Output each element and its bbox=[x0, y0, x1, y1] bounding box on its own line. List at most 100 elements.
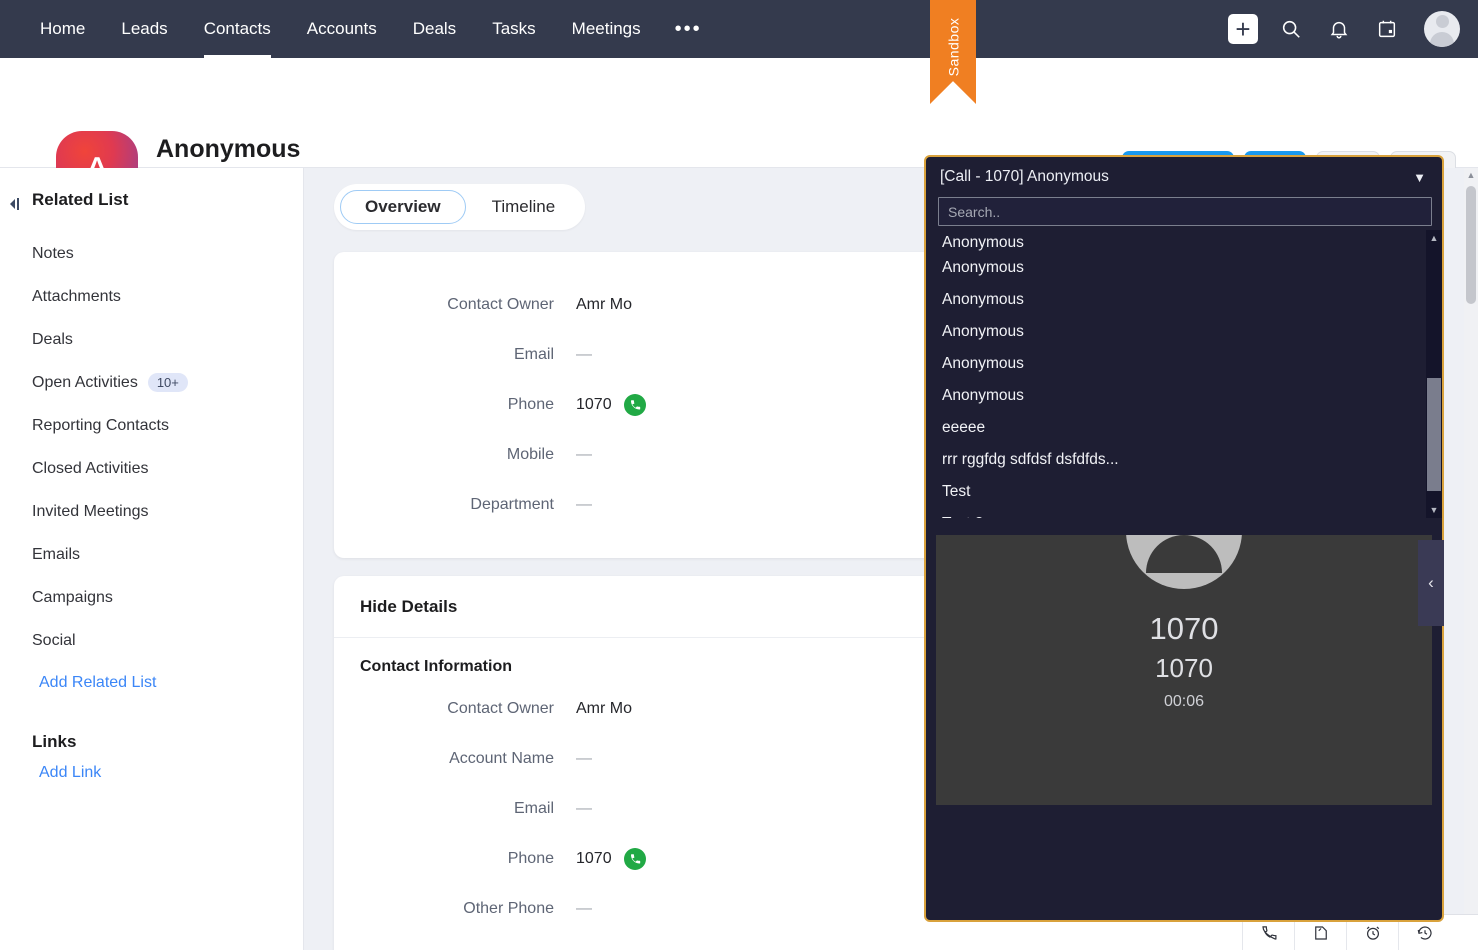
scrollbar-thumb[interactable] bbox=[1427, 378, 1441, 491]
sidebar-item-label: Reporting Contacts bbox=[32, 417, 169, 435]
caller-number-secondary: 1070 bbox=[936, 653, 1432, 684]
field-label: Other Phone bbox=[334, 900, 576, 918]
search-input[interactable] bbox=[938, 197, 1432, 226]
bell-icon[interactable] bbox=[1324, 14, 1354, 44]
page-title: Anonymous bbox=[156, 135, 300, 164]
sidebar-item-social[interactable]: Social bbox=[0, 619, 303, 662]
field-label: Contact Owner bbox=[334, 700, 576, 718]
nav-item-contacts[interactable]: Contacts bbox=[186, 0, 289, 58]
field-label: Account Name bbox=[334, 750, 576, 768]
sidebar-item-deals[interactable]: Deals bbox=[0, 318, 303, 361]
sidebar-item-label: Notes bbox=[32, 245, 74, 263]
phone-call-icon[interactable] bbox=[624, 848, 646, 870]
sidebar-item-label: Deals bbox=[32, 331, 73, 349]
calendar-icon[interactable] bbox=[1372, 14, 1402, 44]
sidebar-item-label: Social bbox=[32, 632, 76, 650]
top-navigation-bar: Home Leads Contacts Accounts Deals Tasks… bbox=[0, 0, 1478, 58]
nav-right-icons: + bbox=[1228, 0, 1460, 58]
nav-item-tasks[interactable]: Tasks bbox=[474, 0, 553, 58]
panel-collapse-handle[interactable]: ‹ bbox=[1418, 540, 1444, 626]
contact-options-list: Anonymous Anonymous Anonymous Anonymous … bbox=[926, 230, 1442, 518]
list-item[interactable]: Anonymous bbox=[926, 230, 1442, 252]
chevron-down-icon[interactable]: ▼ bbox=[1413, 170, 1426, 185]
sidebar-item-campaigns[interactable]: Campaigns bbox=[0, 576, 303, 619]
field-label: Department bbox=[334, 496, 576, 514]
sandbox-label: Sandbox bbox=[945, 18, 961, 77]
search-icon[interactable] bbox=[1276, 14, 1306, 44]
nav-item-meetings[interactable]: Meetings bbox=[554, 0, 659, 58]
field-value[interactable]: 1070 bbox=[576, 396, 612, 414]
status-badge: 10+ bbox=[148, 373, 188, 392]
avatar[interactable] bbox=[1424, 11, 1460, 47]
add-related-list-link[interactable]: Add Related List bbox=[0, 662, 303, 704]
sidebar-title: Related List bbox=[32, 190, 303, 210]
nav-more-icon[interactable]: ••• bbox=[659, 0, 718, 58]
field-value[interactable]: Amr Mo bbox=[576, 296, 632, 314]
sidebar-item-attachments[interactable]: Attachments bbox=[0, 275, 303, 318]
field-value-wrap: 1070 bbox=[576, 848, 646, 870]
tab-bar: Overview Timeline bbox=[334, 184, 585, 230]
scroll-down-icon[interactable]: ▼ bbox=[1426, 502, 1442, 518]
sidebar-collapse-icon[interactable] bbox=[8, 196, 22, 212]
call-panel-title: [Call - 1070] Anonymous bbox=[940, 168, 1109, 186]
list-item[interactable]: Test bbox=[926, 476, 1442, 508]
field-value[interactable]: — bbox=[576, 750, 592, 768]
sidebar-item-invited-meetings[interactable]: Invited Meetings bbox=[0, 490, 303, 533]
field-value[interactable]: Amr Mo bbox=[576, 700, 632, 718]
scrollbar-thumb[interactable] bbox=[1466, 186, 1476, 304]
plus-icon[interactable]: + bbox=[1228, 14, 1258, 44]
sidebar-item-label: Emails bbox=[32, 546, 80, 564]
field-label: Phone bbox=[334, 850, 576, 868]
list-item[interactable]: Anonymous bbox=[926, 348, 1442, 380]
call-timer: 00:06 bbox=[936, 693, 1432, 711]
list-item[interactable]: Test 2 bbox=[926, 508, 1442, 518]
sidebar-item-notes[interactable]: Notes bbox=[0, 232, 303, 275]
list-item[interactable]: eeeee bbox=[926, 412, 1442, 444]
sidebar-item-label: Attachments bbox=[32, 288, 121, 306]
sidebar-item-emails[interactable]: Emails bbox=[0, 533, 303, 576]
sidebar-item-closed-activities[interactable]: Closed Activities bbox=[0, 447, 303, 490]
sidebar-item-label: Invited Meetings bbox=[32, 503, 149, 521]
field-value[interactable]: — bbox=[576, 446, 592, 464]
page-scrollbar[interactable]: ▲ ▼ bbox=[1464, 168, 1478, 950]
list-item[interactable]: rrr rggfdg sdfdsf dsfdfds... bbox=[926, 444, 1442, 476]
field-value[interactable]: 1070 bbox=[576, 850, 612, 868]
field-label: Contact Owner bbox=[334, 296, 576, 314]
field-value[interactable]: — bbox=[576, 900, 592, 918]
field-value[interactable]: — bbox=[576, 800, 592, 818]
scroll-up-icon[interactable]: ▲ bbox=[1426, 230, 1442, 246]
nav-items: Home Leads Contacts Accounts Deals Tasks… bbox=[22, 0, 718, 58]
field-value[interactable]: — bbox=[576, 496, 592, 514]
tab-timeline[interactable]: Timeline bbox=[468, 190, 580, 224]
field-value[interactable]: — bbox=[576, 346, 592, 364]
sidebar-item-reporting-contacts[interactable]: Reporting Contacts bbox=[0, 404, 303, 447]
field-value-wrap: 1070 bbox=[576, 394, 646, 416]
field-label: Email bbox=[334, 346, 576, 364]
tab-overview[interactable]: Overview bbox=[340, 190, 466, 224]
nav-item-deals[interactable]: Deals bbox=[395, 0, 474, 58]
field-label: Mobile bbox=[334, 446, 576, 464]
related-list-sidebar: Related List Notes Attachments Deals Ope… bbox=[0, 168, 304, 950]
sidebar-item-open-activities[interactable]: Open Activities 10+ bbox=[0, 361, 303, 404]
record-header: ← A Anonymous Add Tags Send Email Call E… bbox=[0, 58, 1478, 168]
field-label: Email bbox=[334, 800, 576, 818]
links-title: Links bbox=[32, 732, 303, 752]
phone-call-icon[interactable] bbox=[624, 394, 646, 416]
caller-number-primary: 1070 bbox=[936, 611, 1432, 647]
call-dialog-panel: [Call - 1070] Anonymous ▼ Anonymous Anon… bbox=[924, 155, 1444, 922]
sidebar-item-list: Notes Attachments Deals Open Activities … bbox=[0, 232, 303, 662]
nav-item-home[interactable]: Home bbox=[22, 0, 103, 58]
list-item[interactable]: Anonymous bbox=[926, 284, 1442, 316]
sidebar-item-label: Campaigns bbox=[32, 589, 113, 607]
caller-avatar bbox=[1126, 535, 1242, 589]
dropdown-scrollbar[interactable]: ▲ ▼ bbox=[1426, 230, 1442, 518]
list-item[interactable]: Anonymous bbox=[926, 316, 1442, 348]
field-label: Phone bbox=[334, 396, 576, 414]
nav-item-accounts[interactable]: Accounts bbox=[289, 0, 395, 58]
list-item[interactable]: Anonymous bbox=[926, 252, 1442, 284]
sidebar-item-label: Open Activities bbox=[32, 374, 138, 392]
list-item[interactable]: Anonymous bbox=[926, 380, 1442, 412]
add-link-link[interactable]: Add Link bbox=[0, 752, 303, 794]
nav-item-leads[interactable]: Leads bbox=[103, 0, 185, 58]
scroll-up-icon[interactable]: ▲ bbox=[1464, 168, 1478, 182]
